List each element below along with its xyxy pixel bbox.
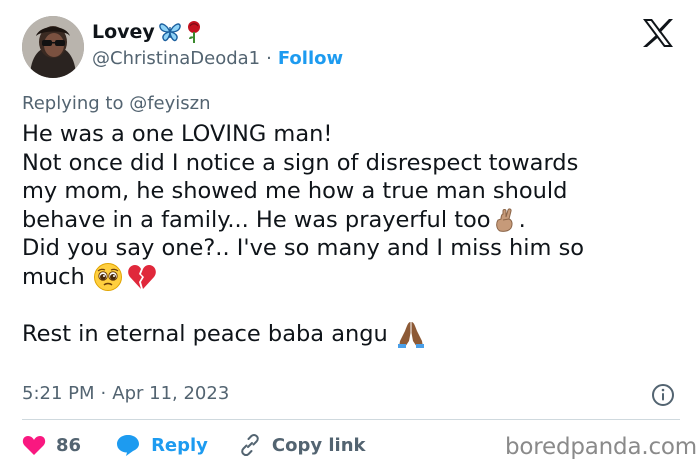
handle-separator: · — [266, 48, 272, 69]
heart-icon — [22, 436, 46, 455]
display-name-text: Lovey — [92, 21, 155, 43]
folded-hands-emoji — [397, 322, 424, 349]
follow-button[interactable]: Follow — [278, 48, 343, 70]
reply-bubble-icon — [117, 435, 140, 456]
watermark: boredpanda.com — [505, 434, 697, 460]
crossed-fingers-emoji — [495, 208, 513, 232]
display-name[interactable]: Lovey — [92, 20, 203, 44]
handle-line: @ChristinaDeoda1 · Follow — [92, 48, 343, 70]
butterfly-emoji — [159, 23, 181, 42]
tweet-line: He was a one LOVING man! — [22, 121, 333, 147]
tweet-line-with-emoji: behave in a family... He was prayerful t… — [22, 206, 682, 235]
replying-handle-link[interactable]: @feyiszn — [129, 93, 210, 114]
tweet-text: He was a one LOVING man! Not once did I … — [22, 120, 682, 349]
user-handle[interactable]: @ChristinaDeoda1 — [92, 48, 260, 70]
tweet-line: Did you say one?.. I've so many and I mi… — [22, 235, 585, 262]
tweet-card: Lovey @ChristinaDeoda1 · Follow Replying… — [0, 0, 700, 472]
replying-prefix: Replying to — [22, 93, 124, 114]
tweet-line: Not once did I notice a sign of disrespe… — [22, 149, 579, 176]
avatar[interactable] — [22, 16, 84, 78]
tweet-line-text: behave in a family... He was prayerful t… — [22, 206, 491, 233]
tweet-time: 5:21 PM — [22, 383, 95, 404]
tweet-line-text: Rest in eternal peace baba angu — [22, 321, 388, 348]
reply-button[interactable]: Reply — [115, 433, 208, 457]
copy-link-button[interactable]: Copy link — [238, 433, 366, 457]
broken-heart-emoji — [127, 265, 156, 290]
info-icon[interactable] — [651, 383, 675, 407]
tweet-line-text: much — [22, 263, 85, 290]
divider — [22, 419, 680, 420]
timestamp-separator: · — [100, 383, 107, 404]
tweet-timestamp[interactable]: 5:21 PM · Apr 11, 2023 — [22, 382, 229, 406]
tweet-line-text: . — [518, 206, 526, 233]
tweet-date: Apr 11, 2023 — [112, 383, 230, 404]
copy-link-label: Copy link — [271, 434, 366, 456]
action-bar: 86 Reply Copy link — [22, 432, 366, 458]
like-count: 86 — [56, 434, 82, 456]
reply-label: Reply — [151, 434, 208, 456]
tweet-line: my mom, he showed me how a true man shou… — [22, 178, 568, 205]
like-button[interactable]: 86 — [22, 434, 81, 456]
rose-emoji — [187, 21, 200, 43]
link-icon — [241, 433, 259, 457]
tweet-line-with-emoji: much — [22, 263, 682, 292]
x-logo-icon[interactable] — [641, 18, 675, 48]
replying-to: Replying to @feyiszn — [22, 92, 211, 116]
pleading-face-emoji — [93, 263, 122, 292]
tweet-line-with-emoji: Rest in eternal peace baba angu — [22, 320, 682, 349]
